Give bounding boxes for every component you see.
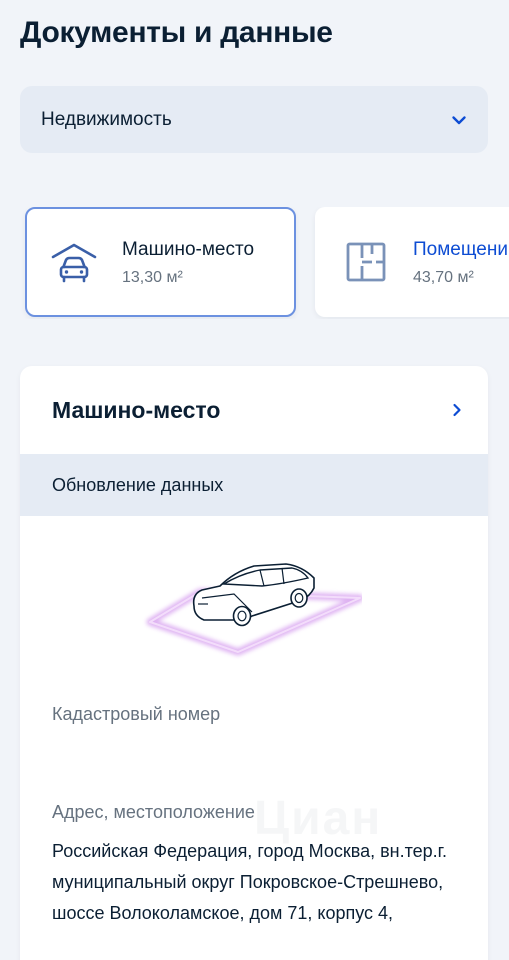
address-value: Российская Федерация, город Москва, вн.т… [52, 841, 448, 923]
update-banner: Обновление данных [20, 454, 488, 516]
page-title: Документы и данные [20, 16, 333, 49]
property-card-title: Машино-место [122, 238, 255, 260]
category-select-value: Недвижимость [41, 108, 172, 130]
chevron-down-icon [452, 115, 466, 124]
property-detail-card: Машино-место Обновление данных Кадастров… [20, 366, 488, 960]
chevron-right-icon [453, 403, 461, 417]
property-carousel[interactable]: Машино-место 13,30 м² Помещени 43,70 м² [0, 207, 509, 319]
property-card-area: 13,30 м² [122, 268, 183, 286]
floor-plan-icon [346, 242, 386, 282]
address-label: Адрес, местоположение [52, 802, 255, 822]
property-card-premises[interactable]: Помещени 43,70 м² [315, 207, 509, 317]
property-card-title: Помещени [413, 238, 508, 260]
property-card-parking[interactable]: Машино-место 13,30 м² [25, 207, 296, 317]
parked-car-illustration [146, 563, 362, 656]
category-select[interactable]: Недвижимость [20, 86, 488, 153]
property-detail-title: Машино-место [52, 396, 221, 423]
property-card-area: 43,70 м² [413, 268, 474, 286]
cadastral-number-label: Кадастровый номер [52, 704, 221, 724]
property-detail-header[interactable]: Машино-место [20, 366, 488, 454]
garage-car-icon [51, 243, 97, 283]
